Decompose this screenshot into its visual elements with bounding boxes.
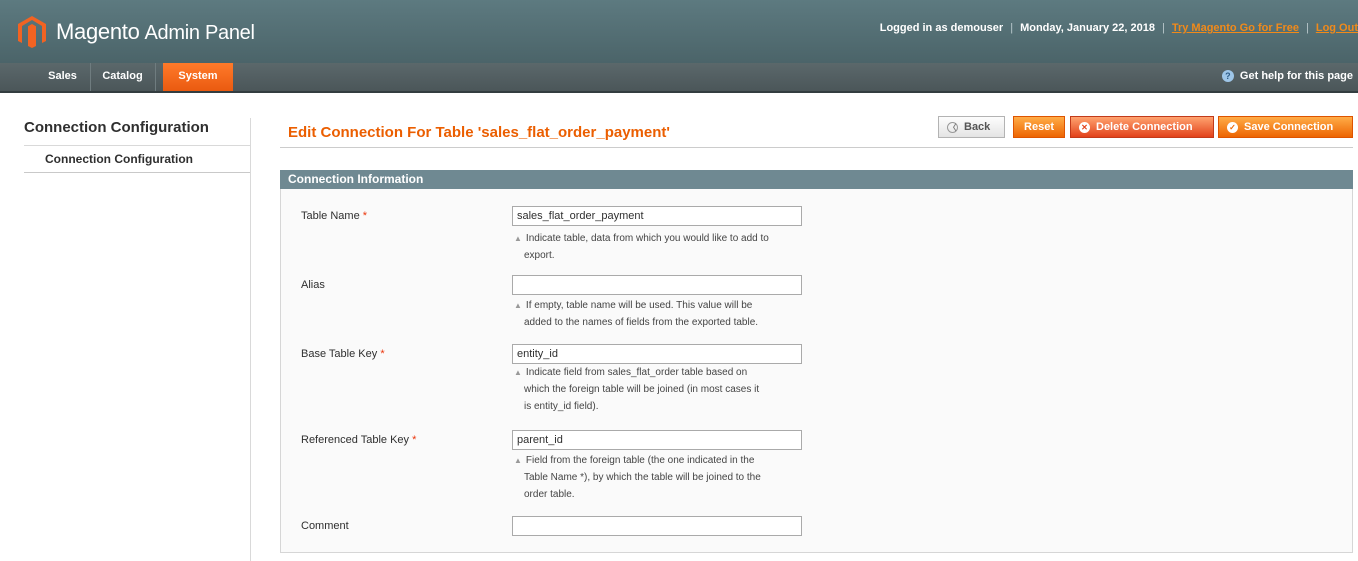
- save-button-label: Save Connection: [1244, 121, 1334, 133]
- field-label-alias: Alias: [301, 279, 325, 291]
- sidebar-divider: [24, 145, 251, 146]
- base-table-key-input[interactable]: [512, 344, 802, 364]
- nav-item-catalog[interactable]: Catalog: [90, 63, 156, 91]
- table-name-input[interactable]: [512, 206, 802, 226]
- sidebar-item-connection-configuration[interactable]: Connection Configuration: [45, 152, 193, 166]
- top-links: Logged in as demouser | Monday, January 22…: [879, 22, 1358, 34]
- logo-text: Magento Admin Panel: [56, 19, 255, 44]
- comment-input[interactable]: [512, 516, 802, 536]
- field-label-referenced-table-key: Referenced Table Key *: [301, 434, 417, 446]
- try-magento-link[interactable]: Try Magento Go for Free: [1172, 22, 1299, 34]
- note-arrow-icon: ▲: [514, 456, 522, 465]
- title-divider: [280, 147, 1353, 148]
- back-button[interactable]: 〈 Back: [938, 116, 1005, 138]
- help-link[interactable]: ? Get help for this page: [1221, 70, 1353, 82]
- alias-note: ▲ If empty, table name will be used. This…: [514, 300, 759, 328]
- field-label-base-table-key: Base Table Key *: [301, 348, 385, 360]
- field-label-table-name: Table Name *: [301, 210, 368, 222]
- note-arrow-icon: ▲: [514, 301, 522, 310]
- delete-connection-button[interactable]: ✕ Delete Connection: [1070, 116, 1214, 138]
- note-arrow-icon: ▲: [514, 234, 522, 243]
- note-arrow-icon: ▲: [514, 368, 522, 377]
- help-icon: ?: [1221, 70, 1234, 82]
- main-nav: Sales Catalog System ? Get help for this…: [0, 63, 1358, 93]
- table-name-note: ▲ Indicate table, data from which you wou…: [514, 233, 769, 261]
- help-label: Get help for this page: [1239, 70, 1353, 82]
- top-header: Magento Admin Panel Logged in as demouser…: [0, 0, 1358, 63]
- sidebar-border: [250, 118, 251, 561]
- back-arrow-icon: 〈: [947, 121, 958, 133]
- sidebar-divider: [24, 172, 251, 173]
- referenced-table-key-input[interactable]: [512, 430, 802, 450]
- nav-item-sales[interactable]: Sales: [35, 63, 91, 91]
- delete-icon: ✕: [1079, 121, 1090, 133]
- sidebar-title: Connection Configuration: [24, 119, 209, 136]
- logout-link[interactable]: Log Out: [1316, 22, 1358, 34]
- reset-button[interactable]: Reset: [1013, 116, 1065, 138]
- page-title: Edit Connection For Table 'sales_flat_or…: [288, 124, 670, 141]
- magento-logo-icon: [18, 16, 46, 48]
- magento-logo[interactable]: Magento Admin Panel: [17, 15, 255, 49]
- checkmark-icon: ✓: [1227, 121, 1238, 133]
- base-table-key-note: ▲ Indicate field from sales_flat_order ta…: [514, 367, 760, 412]
- save-connection-button[interactable]: ✓ Save Connection: [1218, 116, 1353, 138]
- nav-item-system[interactable]: System: [163, 63, 233, 91]
- alias-input[interactable]: [512, 275, 802, 295]
- required-star: *: [380, 348, 385, 360]
- delete-button-label: Delete Connection: [1096, 121, 1193, 133]
- logged-in-text: Logged in as demouser: [879, 22, 1004, 34]
- section-body: [280, 189, 1353, 553]
- required-star: *: [362, 210, 368, 222]
- field-label-comment: Comment: [301, 520, 349, 532]
- referenced-table-key-note: ▲ Field from the foreign table (the one i…: [514, 455, 761, 500]
- date-text: Monday, January 22, 2018: [1020, 22, 1155, 34]
- required-star: *: [412, 434, 417, 446]
- back-button-label: Back: [964, 121, 991, 133]
- section-header: Connection Information: [280, 170, 1353, 189]
